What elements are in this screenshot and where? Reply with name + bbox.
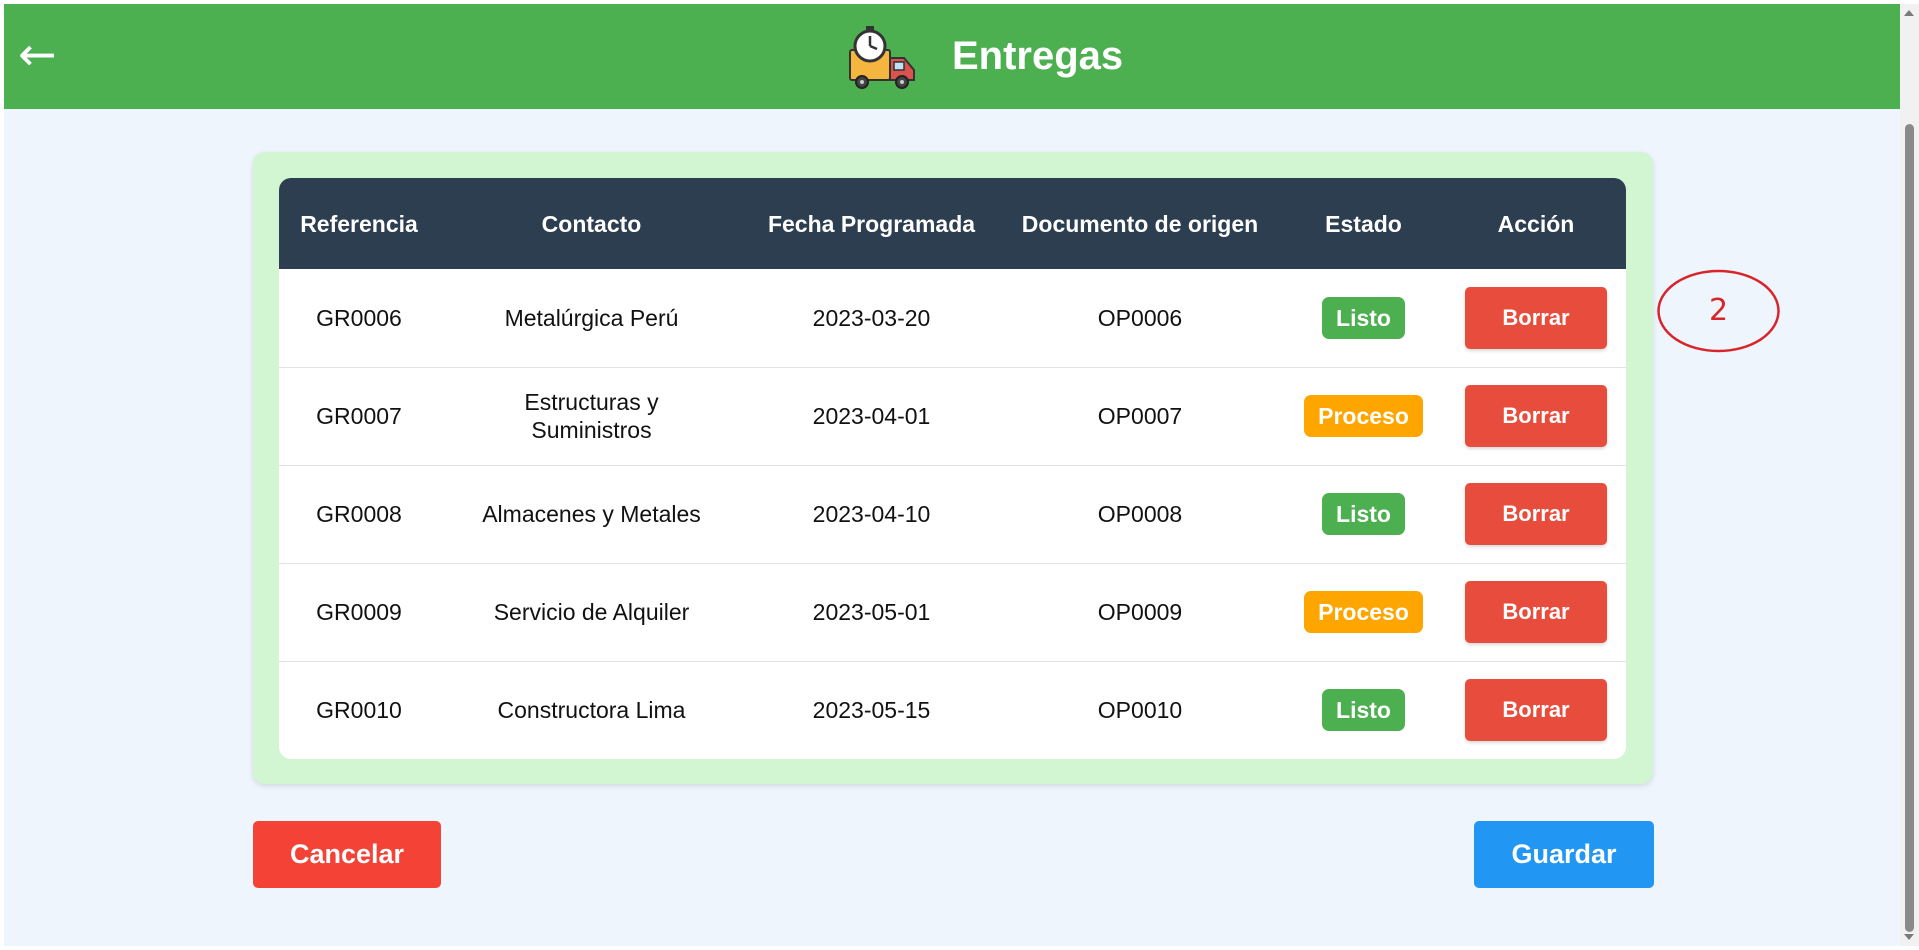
cell-fecha: 2023-05-15 <box>812 697 931 724</box>
page-title: Entregas <box>952 34 1124 78</box>
delete-button[interactable]: Borrar <box>1465 581 1607 643</box>
cell-estado: Proceso <box>1281 367 1446 465</box>
cell-accion: Borrar <box>1446 465 1626 563</box>
cell-accion: Borrar <box>1446 367 1626 465</box>
column-header-accion: Acción <box>1497 210 1575 237</box>
table-row: GR0007 Estructuras y Suministros 2023-04… <box>279 367 1626 465</box>
cell-contacto: Constructora Lima <box>497 697 686 724</box>
table-header-row: Referencia Contacto Fecha Programada Doc… <box>279 178 1626 269</box>
delete-button[interactable]: Borrar <box>1465 286 1607 349</box>
column-header-estado: Estado <box>1325 210 1402 237</box>
app-viewport: ← Entregas Referencia Contacto Fecha Pro… <box>4 4 1900 946</box>
cell-fecha: 2023-04-01 <box>812 403 931 429</box>
cell-accion: Borrar <box>1446 563 1626 661</box>
cell-referencia: GR0006 <box>316 304 402 331</box>
column-header-fecha-programada: Fecha Programada <box>767 210 976 237</box>
scroll-down-icon[interactable] <box>1904 934 1914 940</box>
cell-estado: Listo <box>1281 269 1446 367</box>
deliveries-panel: Referencia Contacto Fecha Programada Doc… <box>253 152 1653 784</box>
cell-estado: Listo <box>1281 661 1446 759</box>
cell-documento: OP0010 <box>1097 697 1183 724</box>
scrollbar-thumb[interactable] <box>1905 124 1914 932</box>
cell-estado: Proceso <box>1281 563 1446 661</box>
table-row: GR0006 Metalúrgica Perú 2023-03-20 OP000… <box>279 269 1626 367</box>
deliveries-table-card: Referencia Contacto Fecha Programada Doc… <box>279 178 1626 759</box>
table-row: GR0010 Constructora Lima 2023-05-15 OP00… <box>279 661 1626 759</box>
cell-referencia: GR0008 <box>316 501 402 527</box>
cancel-button[interactable]: Cancelar <box>253 821 441 888</box>
status-badge: Proceso <box>1304 395 1423 437</box>
vertical-scrollbar[interactable] <box>1900 4 1919 946</box>
cell-contacto: Almacenes y Metales <box>482 501 701 527</box>
cell-fecha: 2023-05-01 <box>812 599 931 625</box>
cell-accion: Borrar <box>1446 269 1626 367</box>
cell-referencia: GR0009 <box>316 599 402 625</box>
delete-button[interactable]: Borrar <box>1465 679 1607 742</box>
cell-contacto: Estructuras y Suministros <box>524 389 659 443</box>
status-badge: Listo <box>1322 493 1405 535</box>
cell-documento: OP0008 <box>1097 501 1183 527</box>
column-header-referencia: Referencia <box>300 210 418 237</box>
annotation-label: 2 <box>1708 293 1729 328</box>
cell-documento: OP0009 <box>1097 599 1183 625</box>
cell-documento: OP0007 <box>1097 403 1183 429</box>
back-arrow-icon[interactable]: ← <box>18 26 57 82</box>
status-badge: Proceso <box>1304 591 1423 633</box>
column-header-documento-origen: Documento de origen <box>1021 210 1259 237</box>
deliveries-table: Referencia Contacto Fecha Programada Doc… <box>279 178 1626 759</box>
app-header: ← Entregas <box>4 4 1900 109</box>
delete-button[interactable]: Borrar <box>1465 385 1607 447</box>
save-button[interactable]: Guardar <box>1474 821 1654 888</box>
cell-accion: Borrar <box>1446 661 1626 759</box>
cell-fecha: 2023-03-20 <box>812 304 931 331</box>
status-badge: Listo <box>1322 296 1405 339</box>
delivery-truck-icon <box>849 26 915 89</box>
cell-referencia: GR0010 <box>316 697 402 724</box>
table-row: GR0009 Servicio de Alquiler 2023-05-01 O… <box>279 563 1626 661</box>
status-badge: Listo <box>1322 689 1405 732</box>
cell-estado: Listo <box>1281 465 1446 563</box>
column-header-contacto: Contacto <box>541 210 642 237</box>
cell-contacto: Servicio de Alquiler <box>493 599 690 625</box>
cell-contacto: Metalúrgica Perú <box>504 304 679 331</box>
cell-fecha: 2023-04-10 <box>812 501 931 527</box>
delete-button[interactable]: Borrar <box>1465 483 1607 545</box>
table-row: GR0008 Almacenes y Metales 2023-04-10 OP… <box>279 465 1626 563</box>
cell-documento: OP0006 <box>1097 304 1183 331</box>
cell-referencia: GR0007 <box>316 403 402 429</box>
scroll-up-icon[interactable] <box>1904 10 1914 16</box>
